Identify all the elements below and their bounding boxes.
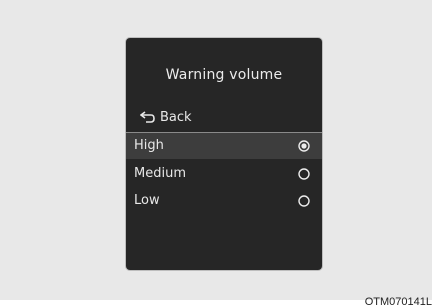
- option-label: Low: [134, 193, 160, 208]
- back-label: Back: [160, 109, 192, 125]
- radio-unselected-icon: [298, 195, 310, 207]
- back-arrow-icon: [140, 111, 155, 123]
- figure-code: OTM070141L: [364, 296, 432, 308]
- figure-frame: Warning volume Back High Medium Low: [0, 0, 432, 300]
- radio-unselected-icon: [298, 168, 310, 180]
- back-button[interactable]: Back: [140, 108, 192, 126]
- radio-selected-icon: [298, 140, 310, 152]
- option-high[interactable]: High: [126, 133, 322, 159]
- menu-title: Warning volume: [165, 67, 283, 83]
- option-medium[interactable]: Medium: [126, 161, 322, 187]
- option-low[interactable]: Low: [126, 188, 322, 214]
- option-label: High: [134, 138, 164, 153]
- cluster-display: Warning volume Back High Medium Low: [126, 38, 322, 270]
- option-label: Medium: [134, 166, 186, 181]
